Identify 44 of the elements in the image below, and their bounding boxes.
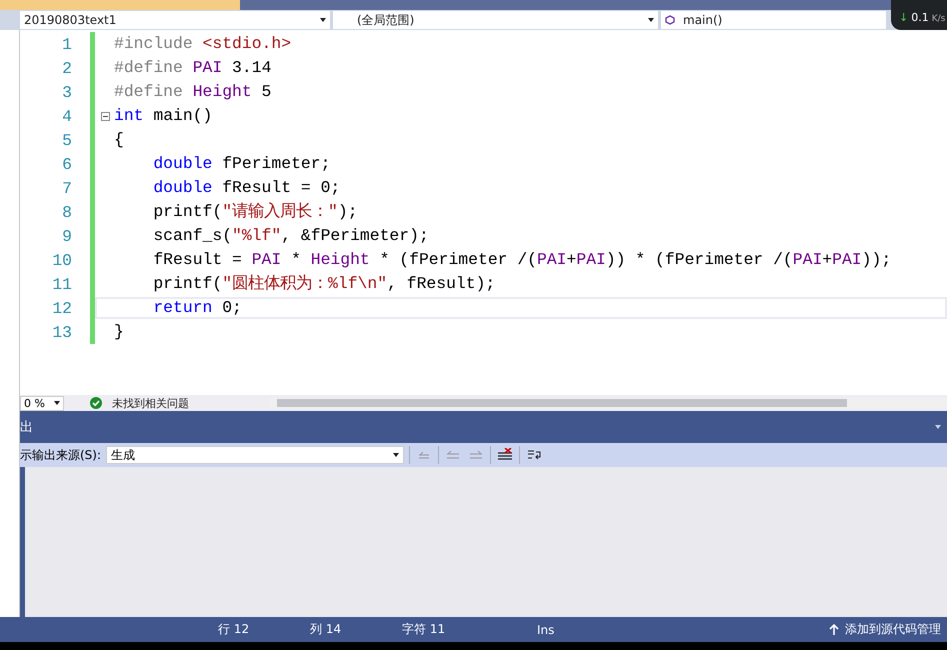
- issues-status: 未找到相关问题: [112, 396, 189, 410]
- line-number: 4: [61, 106, 72, 126]
- check-icon: [90, 397, 102, 409]
- column-indicator: 列 14: [310, 621, 342, 638]
- line-number: 3: [61, 82, 72, 102]
- line-number: 8: [61, 202, 72, 222]
- scope-dropdown[interactable]: (全局范围): [333, 11, 658, 29]
- line-number: 6: [61, 154, 72, 174]
- code-line: #include <stdio.h>: [113, 33, 292, 55]
- cube-icon: [665, 15, 675, 25]
- line-number: 12: [51, 298, 72, 318]
- collapse-icon[interactable]: [101, 112, 110, 120]
- code-line: int main(): [95, 105, 214, 127]
- net-speed-widget: ↓ 0.1 K/s: [891, 0, 947, 30]
- download-arrow: ↓: [899, 11, 908, 24]
- code-line: #define PAI 3.14: [113, 57, 272, 79]
- code-line: double fResult = 0;: [152, 177, 342, 199]
- code-line: printf("圆柱体积为：%lf\n", fResult);: [152, 273, 496, 295]
- line-number: 10: [51, 250, 72, 270]
- code-line: }: [113, 321, 125, 343]
- code-line: {: [113, 129, 125, 151]
- insert-mode: Ins: [537, 622, 556, 636]
- code-line: scanf_s("%lf", &fPerimeter);: [152, 225, 430, 247]
- char-indicator: 字符 11: [402, 621, 446, 638]
- line-number: 11: [51, 274, 72, 294]
- up-arrow-icon[interactable]: [829, 624, 839, 636]
- source-control-link[interactable]: 添加到源代码管理: [845, 621, 941, 638]
- line-number: 2: [61, 58, 72, 78]
- code-line: double fPerimeter;: [152, 153, 332, 175]
- line-number: 5: [61, 130, 72, 150]
- line-indicator: 行 12: [218, 621, 250, 638]
- source-dropdown[interactable]: 生成: [106, 446, 404, 464]
- member-dropdown[interactable]: main(): [661, 11, 886, 29]
- code-line: fResult = PAI * Height * (fPerimeter /(PAI+PAI)) * (fPerimeter /(PAI+PAI));: [152, 249, 892, 271]
- code-line: #define Height 5: [113, 81, 272, 103]
- project-dropdown[interactable]: 20190803text1: [20, 11, 330, 29]
- zoom-dropdown[interactable]: 0 %: [20, 396, 64, 410]
- line-number: 7: [61, 178, 72, 198]
- panel-title: 出: [20, 419, 33, 436]
- line-number: 13: [51, 322, 72, 342]
- line-number: 1: [61, 34, 72, 54]
- source-label: 示输出来源(S):: [20, 446, 102, 464]
- code-line: printf("请输入周长：");: [152, 201, 359, 223]
- line-number: 9: [61, 226, 72, 246]
